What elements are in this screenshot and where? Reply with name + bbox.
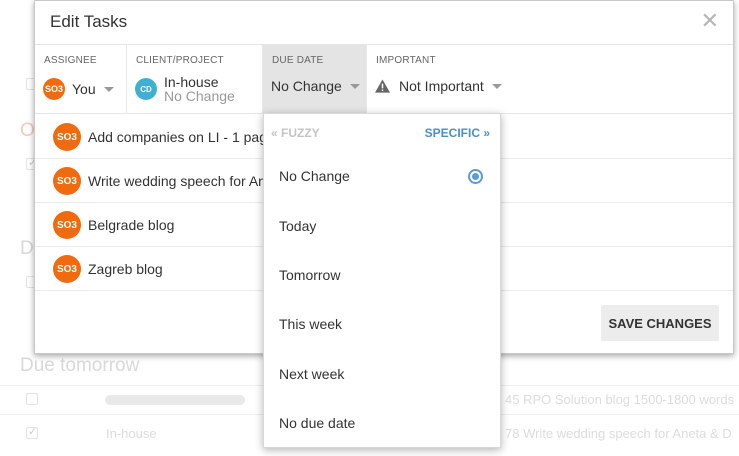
background-heading-due-tomorrow: Due tomorrow [20,355,140,376]
warning-icon [375,79,390,93]
background-checkbox [26,393,38,405]
save-changes-button[interactable]: SAVE CHANGES [601,305,719,341]
client-project-select[interactable]: CD In-house No Change [135,75,235,103]
project-value: No Change [164,88,235,104]
client-value: In-house [164,74,219,90]
due-date-value: No Change [271,78,342,94]
task-name: Add companies on LI - 1 pag [88,129,268,145]
client-project-field[interactable]: CLIENT/PROJECT CD In-house No Change [127,45,263,114]
option-label: Next week [279,366,345,382]
client-avatar: CD [135,78,157,100]
assignee-value: You [72,81,96,97]
important-field[interactable]: IMPORTANT Not Important [367,45,517,114]
fuzzy-tab[interactable]: « FUZZY [271,126,320,140]
due-date-select[interactable]: No Change [271,78,360,94]
important-value: Not Important [399,78,484,94]
assignee-label: ASSIGNEE [44,55,97,66]
client-project-label: CLIENT/PROJECT [136,55,224,66]
assignee-select[interactable]: SO3 You [43,78,114,100]
background-heading-overdue: O [20,120,35,141]
background-heading-due: D [20,238,34,259]
option-label: No due date [279,415,356,431]
option-label: No Change [279,168,350,184]
due-option-today[interactable]: Today [264,202,500,250]
due-option-no-due-date[interactable]: No due date [264,399,500,447]
background-task-text: 78 Write wedding speech for Aneta & D [505,426,732,441]
radio-selected-icon [468,169,483,184]
important-label: IMPORTANT [376,55,436,66]
due-date-label: DUE DATE [272,55,324,66]
task-name: Belgrade blog [88,217,175,233]
chevron-down-icon [491,83,502,89]
option-label: This week [279,316,343,332]
due-date-dropdown: « FUZZY SPECIFIC » No Change Today Tomor… [263,113,501,448]
avatar: SO3 [53,255,81,283]
due-option-no-change[interactable]: No Change [264,152,500,200]
option-label: Today [279,218,317,234]
task-name: Write wedding speech for Ane [88,173,274,189]
background-checkbox [26,425,38,439]
close-icon[interactable]: ✕ [701,9,719,33]
important-select[interactable]: Not Important [375,78,502,94]
due-date-field[interactable]: DUE DATE No Change [263,45,367,114]
bulk-edit-fields: ASSIGNEE SO3 You CLIENT/PROJECT CD In-ho… [35,44,733,114]
avatar: SO3 [43,78,65,100]
chevron-down-icon [349,83,360,89]
task-name: Zagreb blog [88,261,163,277]
avatar: SO3 [53,123,81,151]
chevron-down-icon [103,86,114,92]
due-option-next-week[interactable]: Next week [264,350,500,398]
due-option-tomorrow[interactable]: Tomorrow [264,251,500,299]
modal-title: Edit Tasks [50,12,128,31]
avatar: SO3 [53,211,81,239]
background-blurred-text [105,395,245,405]
background-task-text: 45 RPO Solution blog 1500-1800 words [505,392,735,407]
specific-tab[interactable]: SPECIFIC » [425,126,490,140]
due-option-this-week[interactable]: This week [264,300,500,348]
option-label: Tomorrow [279,267,341,283]
avatar: SO3 [53,167,81,195]
assignee-field[interactable]: ASSIGNEE SO3 You [35,45,127,114]
background-client-text: In-house [106,426,157,441]
